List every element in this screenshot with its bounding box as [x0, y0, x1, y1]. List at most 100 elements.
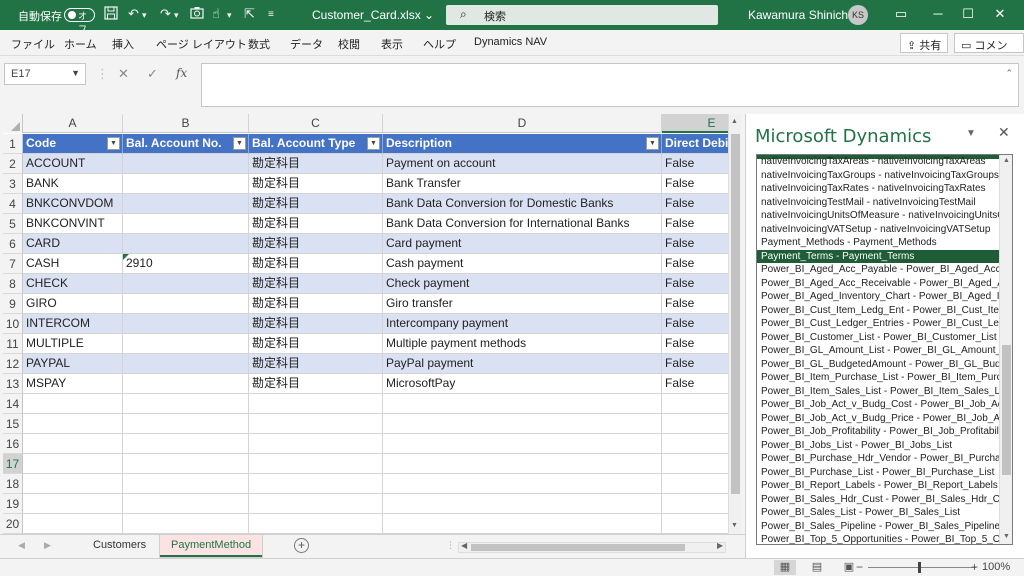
list-scroll-up-icon[interactable]: ▲ [1003, 157, 1010, 164]
undo-dropdown-icon[interactable]: ▾ [142, 10, 147, 21]
list-item[interactable]: nativeInvoicingTestMail - nativeInvoicin… [757, 196, 999, 210]
empty-cell[interactable] [249, 454, 383, 474]
filter-dropdown-icon[interactable]: ▼ [646, 137, 659, 150]
list-item[interactable]: Power_BI_Item_Sales_List - Power_BI_Item… [757, 385, 999, 399]
horizontal-scrollbar[interactable]: ◀ ▶ [458, 541, 726, 553]
empty-cell[interactable] [23, 454, 123, 474]
horizontal-scroll-thumb[interactable] [471, 544, 685, 551]
autosave-toggle[interactable]: オフ [64, 8, 95, 34]
select-pointer-icon[interactable]: ⇱ [244, 6, 255, 22]
minimize-icon[interactable]: ─ [928, 6, 948, 21]
list-item[interactable]: Power_BI_Aged_Acc_Receivable - Power_BI_… [757, 277, 999, 291]
row-header[interactable]: 9 [3, 294, 23, 314]
filter-dropdown-icon[interactable]: ▼ [233, 137, 246, 150]
menu-page-layout[interactable]: ページ レイアウト [156, 36, 247, 52]
list-item[interactable]: Power_BI_Sales_Pipeline - Power_BI_Sales… [757, 520, 999, 534]
cell-description[interactable]: PayPal payment [383, 354, 662, 374]
empty-cell[interactable] [123, 414, 249, 434]
scroll-up-icon[interactable]: ▲ [731, 118, 738, 125]
cell-bal-account-no[interactable] [123, 374, 249, 394]
row-header[interactable]: 4 [3, 194, 23, 214]
column-header-c[interactable]: C [249, 114, 383, 133]
list-item[interactable]: Payment_Methods - Payment_Methods [757, 236, 999, 250]
list-item[interactable]: Power_BI_Job_Profitability - Power_BI_Jo… [757, 425, 999, 439]
list-item[interactable]: Power_BI_Purchase_List - Power_BI_Purcha… [757, 466, 999, 480]
row-header[interactable]: 1 [3, 134, 23, 154]
maximize-icon[interactable]: ☐ [958, 6, 978, 22]
cell-description[interactable]: Bank Transfer [383, 174, 662, 194]
row-header[interactable]: 20 [3, 514, 23, 534]
row-header[interactable]: 18 [3, 474, 23, 494]
cell-bal-account-no[interactable] [123, 274, 249, 294]
cell-bal-account-no[interactable] [123, 154, 249, 174]
tab-paymentmethod[interactable]: PaymentMethod [160, 535, 263, 557]
empty-cell[interactable] [383, 434, 662, 454]
zoom-slider[interactable] [868, 567, 976, 568]
list-item[interactable]: Power_BI_GL_Amount_List - Power_BI_GL_Am… [757, 344, 999, 358]
empty-cell[interactable] [23, 514, 123, 534]
empty-cell[interactable] [23, 494, 123, 514]
cell-bal-account-no[interactable] [123, 214, 249, 234]
empty-cell[interactable] [249, 394, 383, 414]
insert-function-icon[interactable]: fx [176, 66, 187, 80]
list-item[interactable]: Power_BI_Aged_Inventory_Chart - Power_BI… [757, 290, 999, 304]
name-box[interactable]: E17 ▼ [4, 63, 86, 85]
scroll-right-icon[interactable]: ▶ [717, 541, 723, 550]
tab-customers[interactable]: Customers [82, 535, 157, 557]
row-header[interactable]: 14 [3, 394, 23, 414]
list-item[interactable]: Power_BI_Item_Purchase_List - Power_BI_I… [757, 371, 999, 385]
empty-cell[interactable] [23, 434, 123, 454]
zoom-out-icon[interactable]: − [856, 560, 863, 574]
filter-dropdown-icon[interactable]: ▼ [367, 137, 380, 150]
cell-description[interactable]: Intercompany payment [383, 314, 662, 334]
cell-bal-account-no[interactable] [123, 234, 249, 254]
prev-sheet-icon[interactable]: ◀ [18, 540, 25, 551]
cell-bal-account-type[interactable]: 勘定科目 [249, 154, 383, 174]
empty-cell[interactable] [123, 514, 249, 534]
row-header[interactable]: 7 [3, 254, 23, 274]
expand-formula-icon[interactable]: ⌃ [1005, 68, 1013, 79]
redo-dropdown-icon[interactable]: ▾ [174, 10, 179, 21]
enter-icon[interactable]: ✓ [147, 66, 158, 82]
touch-mode-icon[interactable]: ☝ [212, 6, 220, 22]
cell-bal-account-no[interactable] [123, 294, 249, 314]
header-cell-code[interactable]: Code ▼ [23, 134, 123, 154]
list-scrollbar[interactable]: ▲ ▼ [999, 155, 1012, 544]
file-name[interactable]: Customer_Card.xlsx ⌄ [312, 8, 434, 22]
cell-code[interactable]: MSPAY [23, 374, 123, 394]
list-item[interactable]: Power_BI_Top_5_Opportunities - Power_BI_… [757, 533, 999, 544]
undo-icon[interactable]: ↶ [128, 6, 139, 22]
vertical-scroll-thumb[interactable] [731, 134, 740, 494]
cell-code[interactable]: GIRO [23, 294, 123, 314]
row-header[interactable]: 6 [3, 234, 23, 254]
ribbon-display-icon[interactable]: ▭ [891, 6, 911, 22]
row-header[interactable]: 13 [3, 374, 23, 394]
vertical-scrollbar[interactable]: ▲ ▼ [728, 114, 741, 534]
cell-bal-account-type[interactable]: 勘定科目 [249, 254, 383, 274]
column-header-b[interactable]: B [123, 114, 249, 133]
cell-bal-account-type[interactable]: 勘定科目 [249, 354, 383, 374]
cell-description[interactable]: Bank Data Conversion for International B… [383, 214, 662, 234]
cell-bal-account-no[interactable] [123, 354, 249, 374]
select-all-corner[interactable] [3, 114, 23, 133]
header-cell-bal-account-no[interactable]: Bal. Account No. ▼ [123, 134, 249, 154]
row-header[interactable]: 15 [3, 414, 23, 434]
list-item[interactable]: Power_BI_Job_Act_v_Budg_Price - Power_BI… [757, 412, 999, 426]
cell-code[interactable]: BNKCONVINT [23, 214, 123, 234]
add-sheet-button[interactable]: + [294, 538, 309, 553]
header-cell-bal-account-type[interactable]: Bal. Account Type ▼ [249, 134, 383, 154]
empty-cell[interactable] [23, 394, 123, 414]
cell-code[interactable]: BANK [23, 174, 123, 194]
cell-code[interactable]: CASH [23, 254, 123, 274]
cell-code[interactable]: PAYPAL [23, 354, 123, 374]
menu-dynamics-nav[interactable]: Dynamics NAV [474, 36, 547, 48]
save-icon[interactable] [104, 6, 118, 23]
menu-help[interactable]: ヘルプ [423, 36, 456, 52]
pane-options-icon[interactable]: ▼ [966, 128, 976, 139]
cancel-icon[interactable]: ✕ [118, 66, 129, 82]
row-header[interactable]: 16 [3, 434, 23, 454]
empty-cell[interactable] [23, 414, 123, 434]
redo-icon[interactable]: ↷ [160, 6, 171, 22]
list-item[interactable]: Power_BI_Cust_Ledger_Entries - Power_BI_… [757, 317, 999, 331]
cell-description[interactable]: Giro transfer [383, 294, 662, 314]
